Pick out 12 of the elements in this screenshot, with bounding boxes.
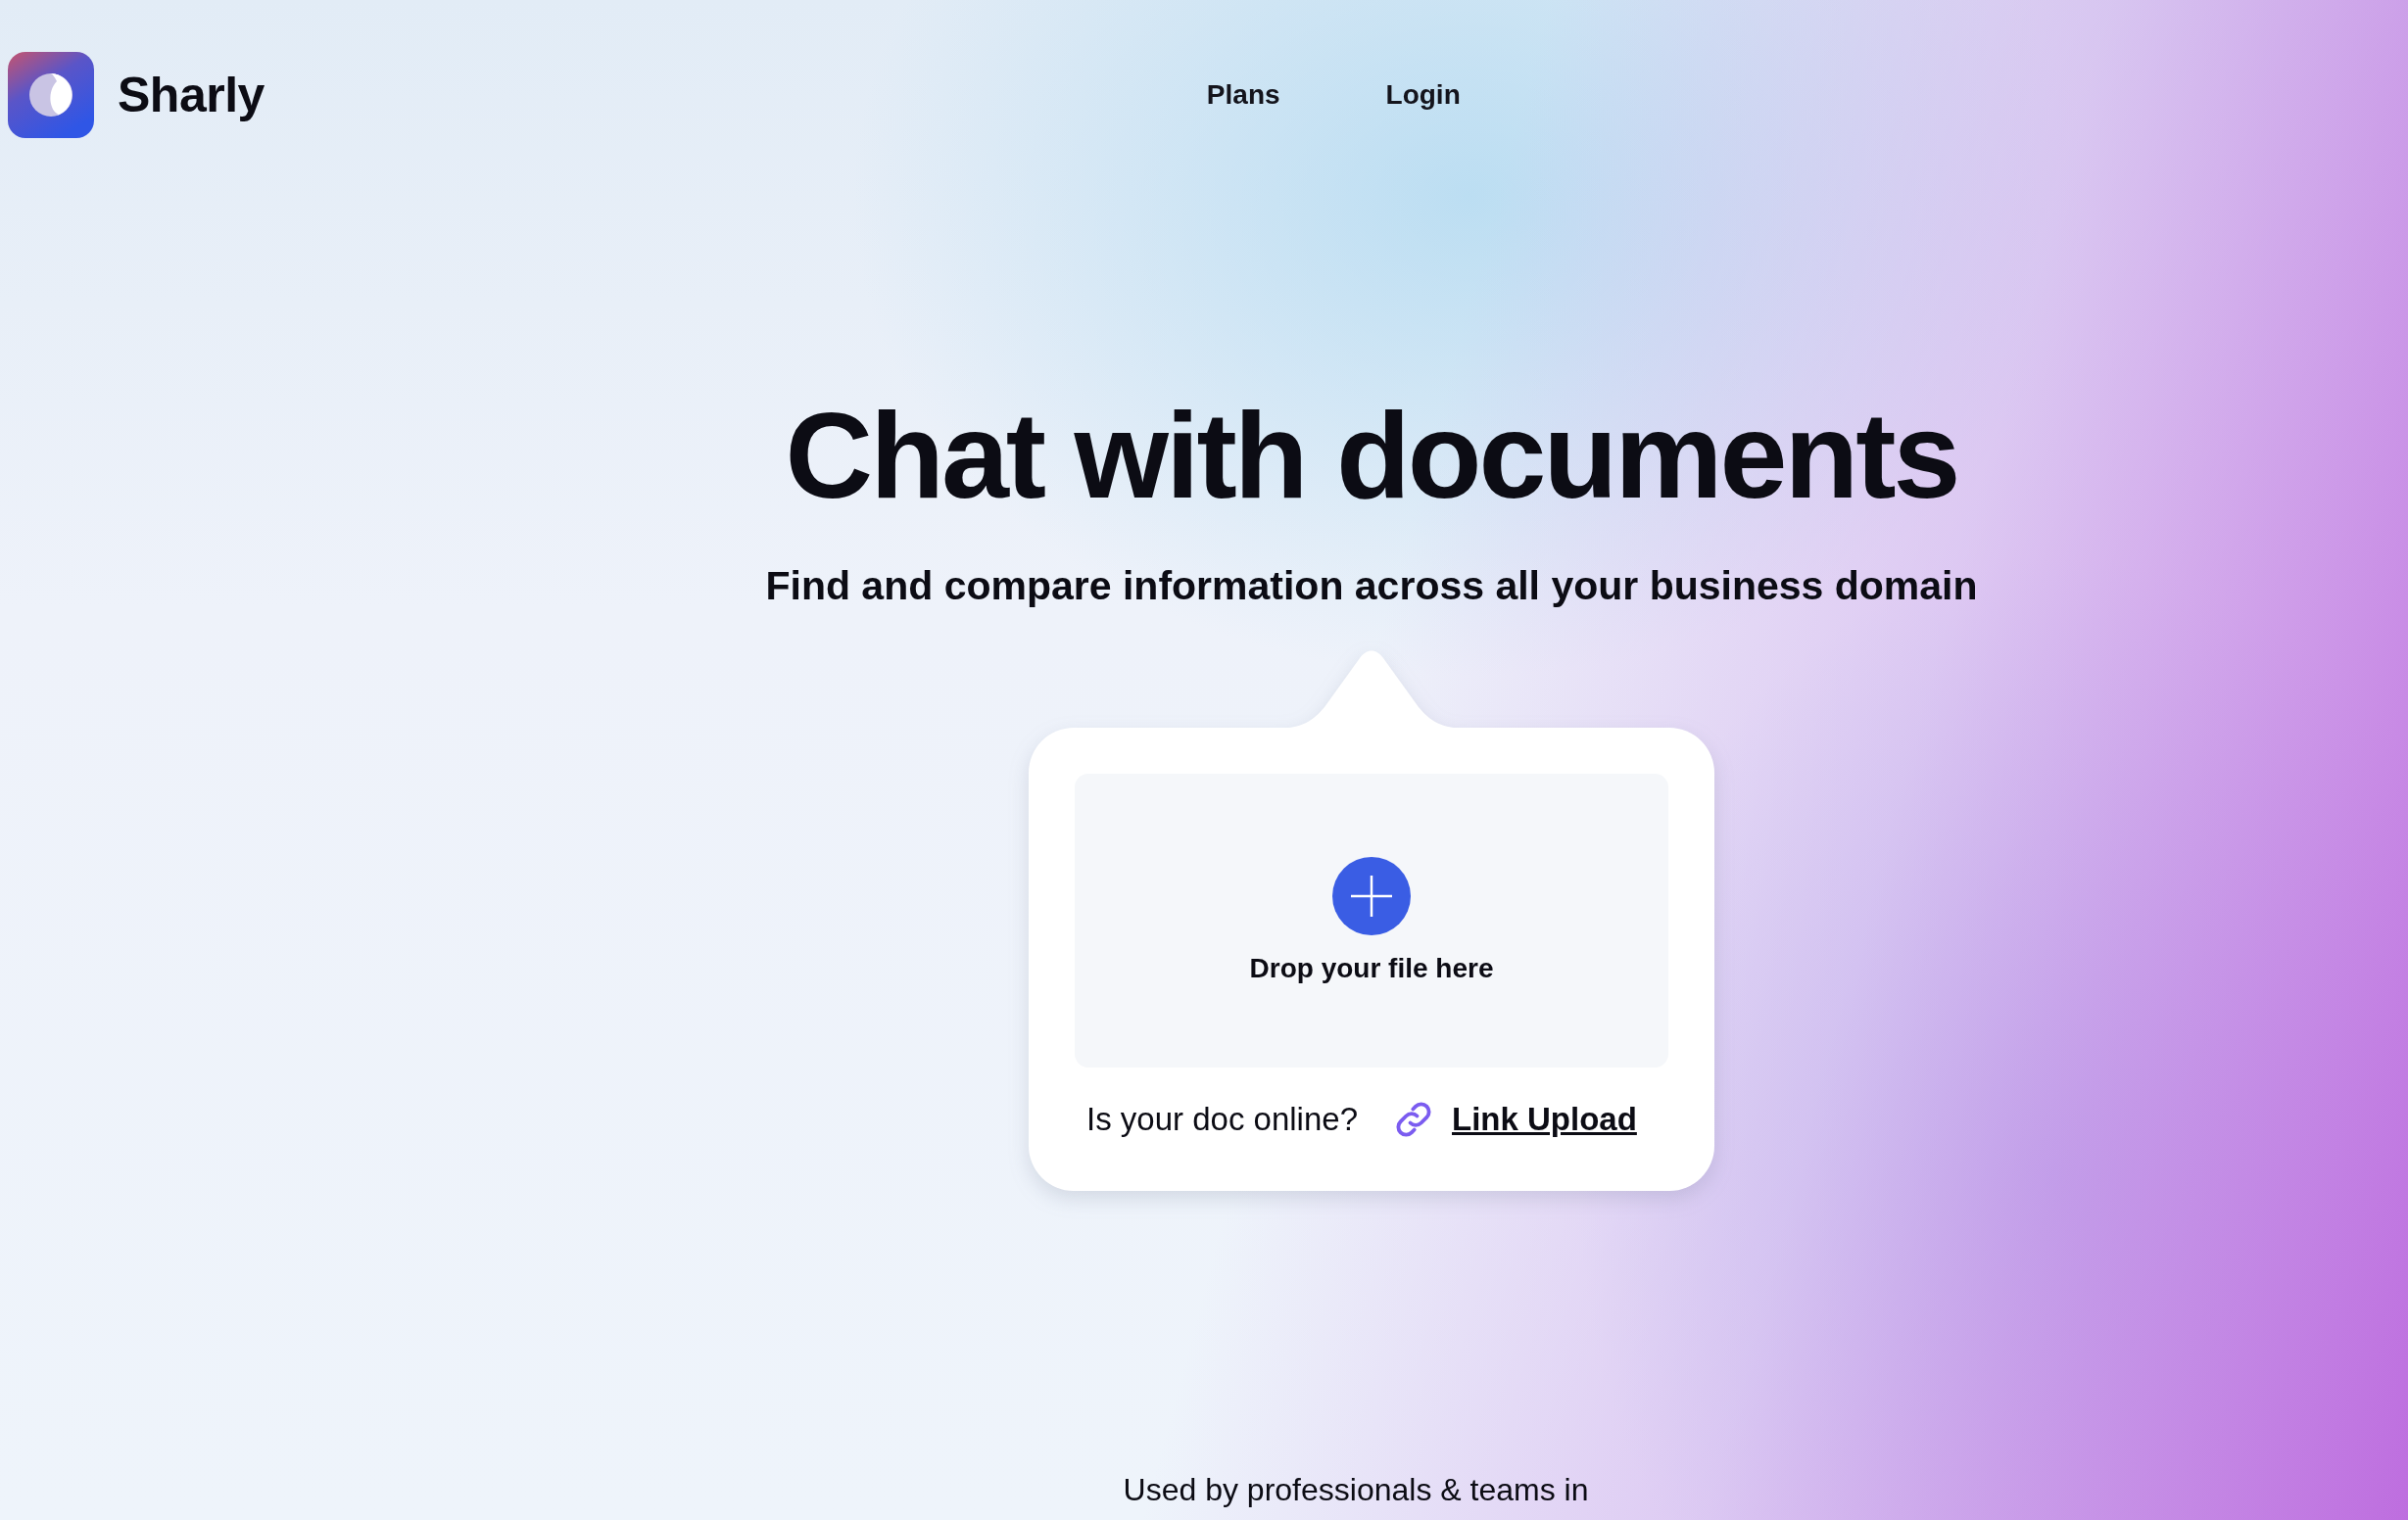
hero-subtitle: Find and compare information across all your business domain bbox=[765, 563, 1978, 609]
drop-label: Drop your file here bbox=[1249, 953, 1494, 984]
add-icon[interactable] bbox=[1332, 857, 1411, 935]
hero-title: Chat with documents bbox=[785, 395, 1958, 516]
link-upload-link[interactable]: Link Upload bbox=[1452, 1101, 1637, 1138]
footer-text: Used by professionals & teams in bbox=[1123, 1472, 1589, 1508]
online-prompt: Is your doc online? bbox=[1086, 1101, 1358, 1138]
brand-name[interactable]: Sharly bbox=[118, 67, 265, 123]
logo-icon[interactable] bbox=[8, 52, 94, 138]
nav-link[interactable]: Login bbox=[1385, 79, 1461, 111]
file-drop-zone[interactable]: Drop your file here bbox=[1075, 774, 1668, 1068]
nav-link[interactable]: Plans bbox=[1206, 79, 1280, 111]
